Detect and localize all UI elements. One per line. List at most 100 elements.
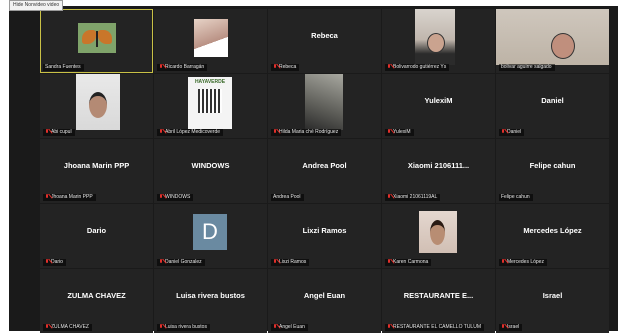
- participant-tile[interactable]: Mercedes López Mercedes López: [496, 204, 609, 268]
- participant-name-label: Ricardo Barragán: [157, 64, 208, 71]
- participant-tile[interactable]: YulexiM YulexiM: [382, 74, 495, 138]
- participant-video: [415, 9, 455, 65]
- participant-tile[interactable]: Felipe cahun Felipe cahun: [496, 139, 609, 203]
- participant-tile[interactable]: Dario Dario: [40, 204, 153, 268]
- participant-tile[interactable]: Angel Euan Angel Euan: [268, 269, 381, 333]
- participant-tile[interactable]: Andrea Pool Andrea Pool: [268, 139, 381, 203]
- participant-name-label: Hilda Maria ché Rodríguez: [271, 129, 342, 136]
- participant-name: Felipe cahun: [501, 194, 530, 200]
- muted-mic-icon: [45, 194, 49, 199]
- participant-name: Jhoana Marin PPP: [51, 194, 93, 200]
- participant-tile[interactable]: Jhoana Marin PPP Jhoana Marin PPP: [40, 139, 153, 203]
- participant-display-name: Mercedes López: [523, 226, 582, 235]
- participant-name-label: Felipe cahun: [499, 194, 533, 201]
- qr-code-icon: [198, 89, 222, 113]
- participant-video: [78, 23, 116, 53]
- participant-display-name: YulexiM: [424, 96, 453, 105]
- participant-name-label: Rebeca: [271, 64, 300, 71]
- participant-name: Sandra Fuentes: [45, 64, 81, 70]
- participant-name-label: WINDOWS: [157, 194, 194, 201]
- participant-name: YulexiM: [393, 129, 411, 135]
- participant-tile[interactable]: Rebeca Rebeca: [268, 9, 381, 73]
- participant-tile[interactable]: WINDOWS WINDOWS: [154, 139, 267, 203]
- muted-mic-icon: [45, 259, 49, 264]
- participant-name: Mercedes López: [507, 259, 544, 265]
- participant-name-label: Karen Carmona: [385, 259, 432, 266]
- participant-name: Karen Carmona: [393, 259, 429, 265]
- muted-mic-icon: [501, 324, 505, 329]
- participant-display-name: ZULMA CHAVEZ: [67, 291, 126, 300]
- participant-name: Angel Euan: [279, 324, 305, 330]
- participant-name-label: RESTAURANTE EL CAMELLO TULUM: [385, 324, 484, 331]
- muted-mic-icon: [273, 129, 277, 134]
- meeting-window: Hide Nonvideo video Sandra Fuentes Ricard…: [0, 0, 631, 333]
- participant-video: [305, 74, 343, 130]
- participant-tile[interactable]: Hilda Maria ché Rodríguez: [268, 74, 381, 138]
- participant-display-name: RESTAURANTE E...: [403, 291, 474, 300]
- participant-name-label: ZULMA CHAVEZ: [43, 324, 92, 331]
- muted-mic-icon: [45, 324, 49, 329]
- participant-tile[interactable]: Karen Carmona: [382, 204, 495, 268]
- participant-name: Daniel Gonzalez: [165, 259, 202, 265]
- participant-photo: [419, 211, 457, 253]
- muted-mic-icon: [387, 259, 391, 264]
- participant-name: Lixzi Ramos: [279, 259, 307, 265]
- muted-mic-icon: [159, 194, 163, 199]
- participant-tile[interactable]: Israel Israel: [496, 269, 609, 333]
- participant-photo: [194, 19, 228, 57]
- participant-tile[interactable]: bolivar aguirre salgado: [496, 9, 609, 73]
- participant-name: Hilda Maria ché Rodríguez: [279, 129, 339, 135]
- participant-name: bolivar aguirre salgado: [501, 64, 552, 70]
- participant-tile[interactable]: Lixzi Ramos Lixzi Ramos: [268, 204, 381, 268]
- muted-mic-icon: [159, 64, 163, 69]
- muted-mic-icon: [273, 324, 277, 329]
- participant-name-label: Daniel: [499, 129, 525, 136]
- participant-name: Rebeca: [279, 64, 297, 70]
- participant-tile[interactable]: HAYAVERDE Abril López Medicoverde: [154, 74, 267, 138]
- participant-name-label: Luisa rivera bustos: [157, 324, 210, 331]
- participant-display-name: Angel Euan: [303, 291, 346, 300]
- participant-name-label: Jhoana Marin PPP: [43, 194, 96, 201]
- participant-name: Xiaomi 21061119AL: [393, 194, 438, 200]
- participant-display-name: Rebeca: [311, 31, 338, 40]
- participant-display-name: Lixzi Ramos: [302, 226, 347, 235]
- muted-mic-icon: [387, 129, 391, 134]
- participant-display-name: Xiaomi 2106111...: [407, 161, 470, 170]
- participant-tile[interactable]: Abi cupul: [40, 74, 153, 138]
- participant-name-label: Dario: [43, 259, 66, 266]
- participant-name-label: Mercedes López: [499, 259, 547, 266]
- participant-tile[interactable]: ZULMA CHAVEZ ZULMA CHAVEZ: [40, 269, 153, 333]
- participant-name: Israel: [507, 324, 520, 330]
- participant-name: Andrea Pool: [273, 194, 301, 200]
- participant-name: Bolivarrodo gutiérrez Ys: [393, 64, 447, 70]
- avatar: D: [193, 214, 227, 250]
- participant-tile[interactable]: Luisa rivera bustos Luisa rivera bustos: [154, 269, 267, 333]
- participant-tile[interactable]: D Daniel Gonzalez: [154, 204, 267, 268]
- participant-name-label: Abril López Medicoverde: [157, 129, 224, 136]
- participant-display-name: Andrea Pool: [302, 161, 347, 170]
- participant-display-name: Luisa rivera bustos: [176, 291, 245, 300]
- muted-mic-icon: [387, 194, 391, 199]
- participant-tile[interactable]: Daniel Daniel: [496, 74, 609, 138]
- participant-name-label: Sandra Fuentes: [43, 64, 84, 71]
- muted-mic-icon: [501, 129, 505, 134]
- participant-name: Ricardo Barragán: [165, 64, 205, 70]
- participant-tile[interactable]: Ricardo Barragán: [154, 9, 267, 73]
- participant-name: WINDOWS: [165, 194, 191, 200]
- participant-name: Daniel: [507, 129, 522, 135]
- qr-code-image: HAYAVERDE: [188, 77, 232, 129]
- participant-display-name: WINDOWS: [191, 161, 230, 170]
- participant-display-name: Daniel: [541, 96, 564, 105]
- participant-grid: Sandra Fuentes Ricardo Barragán Rebeca Rebe…: [40, 9, 609, 333]
- participant-name-label: Abi cupul: [43, 129, 75, 136]
- participant-name-label: bolivar aguirre salgado: [499, 64, 555, 71]
- muted-mic-icon: [159, 129, 163, 134]
- participant-tile[interactable]: Bolivarrodo gutiérrez Ys: [382, 9, 495, 73]
- participant-tile[interactable]: Xiaomi 2106111... Xiaomi 21061119AL: [382, 139, 495, 203]
- participant-name: Abril López Medicoverde: [165, 129, 221, 135]
- participant-tile[interactable]: Sandra Fuentes: [40, 9, 153, 73]
- participant-display-name: Felipe cahun: [529, 161, 576, 170]
- hide-non-video-button[interactable]: Hide Nonvideo video: [9, 0, 64, 11]
- muted-mic-icon: [273, 259, 277, 264]
- participant-tile[interactable]: RESTAURANTE E... RESTAURANTE EL CAMELLO T…: [382, 269, 495, 333]
